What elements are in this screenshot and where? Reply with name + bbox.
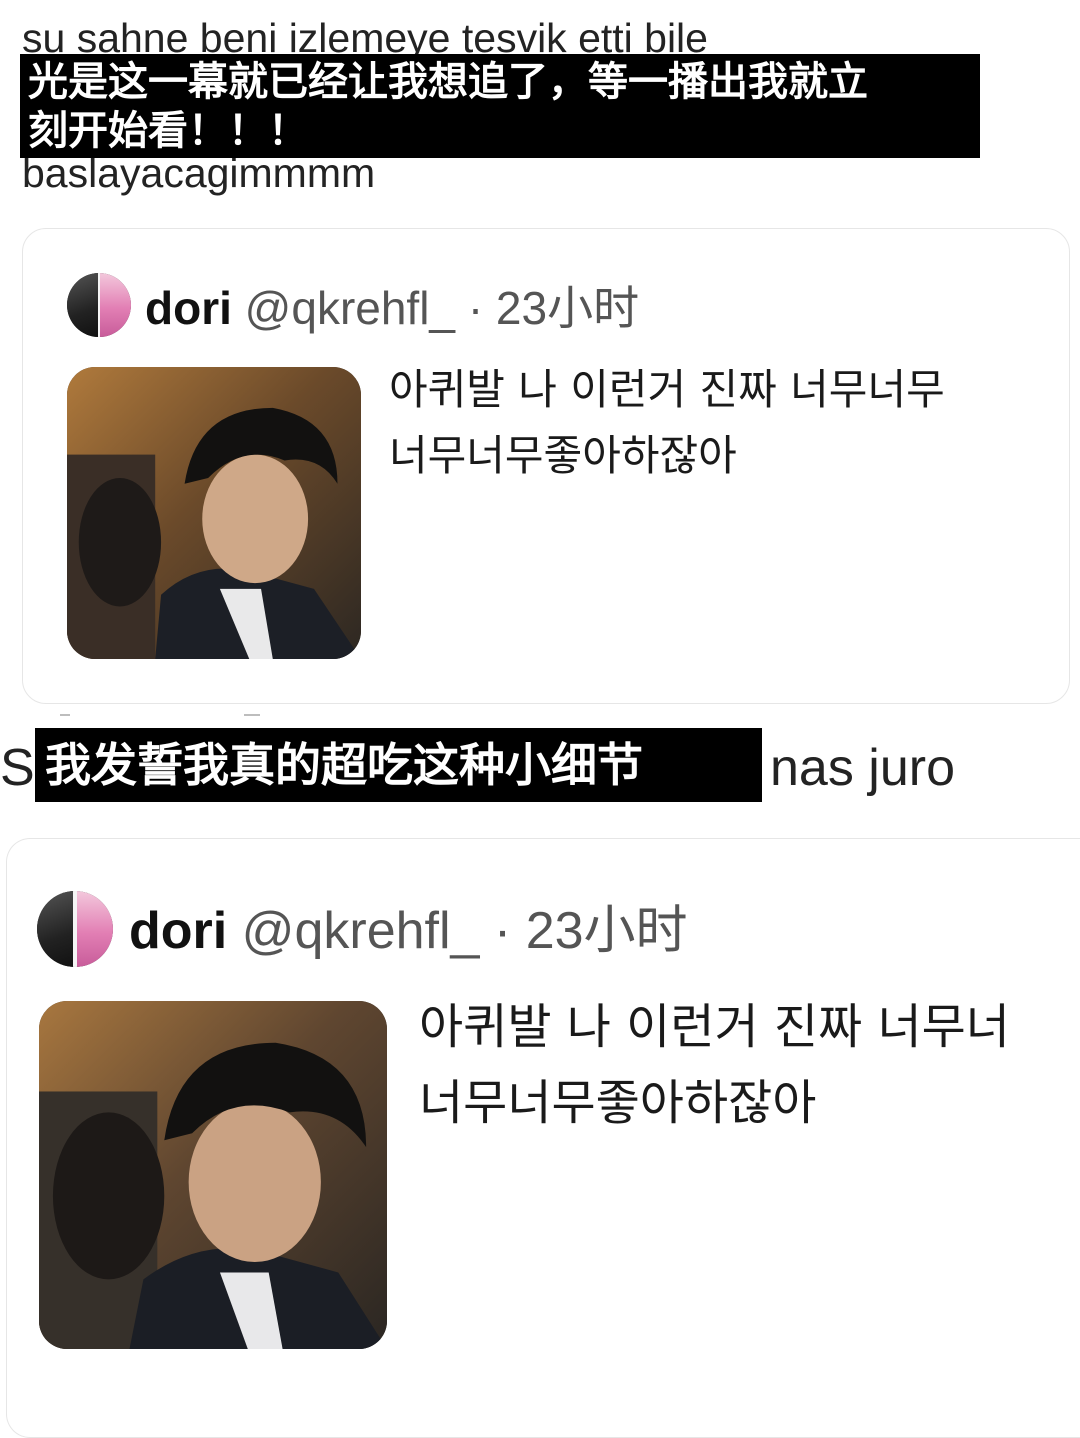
subtitle-1-line-2: 刻开始看！！！ — [28, 108, 308, 154]
divider-speck — [60, 714, 70, 716]
timestamp[interactable]: 23小时 — [526, 902, 688, 960]
tweet-header: dori @qkrehfl_ · 23小时 — [129, 905, 688, 957]
avatar-divider — [73, 891, 77, 967]
translated-subtitle-1: 光是这一幕就已经让我想追了，等一播出我就立 刻开始看！！！ — [20, 54, 980, 158]
tweet-text-line-2: 너무너무좋아하잖아 — [419, 1075, 817, 1131]
avatar-divider — [97, 273, 101, 337]
thumbnail-image — [67, 367, 361, 659]
display-name[interactable]: dori — [129, 902, 227, 960]
avatar-left-half — [67, 273, 99, 337]
separator-dot: · — [493, 902, 512, 960]
tweet-text: 아퀴발 나 이런거 진짜 너무너무 너무너무좋아하잖아 — [389, 357, 945, 489]
display-name[interactable]: dori — [145, 282, 232, 334]
avatar-left-half — [37, 891, 75, 967]
video-thumbnail[interactable] — [39, 1001, 387, 1349]
timestamp[interactable]: 23小时 — [496, 282, 639, 334]
avatar[interactable] — [67, 273, 131, 337]
original-caption-line-2: baslayacagimmmm — [22, 150, 376, 196]
tweet-text: 아퀴발 나 이런거 진짜 너무너 너무너무좋아하잖아 — [419, 989, 1010, 1141]
tweet-text-line-1: 아퀴발 나 이런거 진짜 너무너무 — [389, 365, 945, 414]
quoted-tweet-card[interactable]: dori @qkrehfl_ · 23小时 아퀴발 나 이런거 진짜 너무너무 … — [22, 228, 1070, 704]
avatar[interactable] — [37, 891, 113, 967]
tweet-header: dori @qkrehfl_ · 23小时 — [145, 285, 639, 331]
tweet-text-line-2: 너무너무좋아하잖아 — [389, 431, 737, 480]
video-thumbnail[interactable] — [67, 367, 361, 659]
divider-speck — [244, 714, 260, 716]
quoted-tweet-card[interactable]: dori @qkrehfl_ · 23小时 아퀴발 나 이런거 진짜 너무너 너… — [6, 838, 1080, 1438]
original-caption-line-3-right: nas juro — [770, 739, 955, 797]
avatar-right-half — [99, 273, 131, 337]
avatar-right-half — [75, 891, 113, 967]
thumbnail-image — [39, 1001, 387, 1349]
original-caption-line-3-left: S — [0, 739, 35, 797]
separator-dot: · — [467, 282, 484, 334]
translated-subtitle-2: 我发誓我真的超吃这种小细节 — [35, 728, 762, 802]
tweet-text-line-1: 아퀴발 나 이런거 진짜 너무너 — [419, 999, 1010, 1055]
user-handle[interactable]: @qkrehfl_ — [245, 282, 455, 334]
user-handle[interactable]: @qkrehfl_ — [242, 902, 480, 960]
subtitle-1-line-1: 光是这一幕就已经让我想追了，等一播出我就立 — [28, 59, 868, 105]
original-caption-line-1: su sahne beni izlemeye tesvik etti bile — [22, 15, 708, 61]
